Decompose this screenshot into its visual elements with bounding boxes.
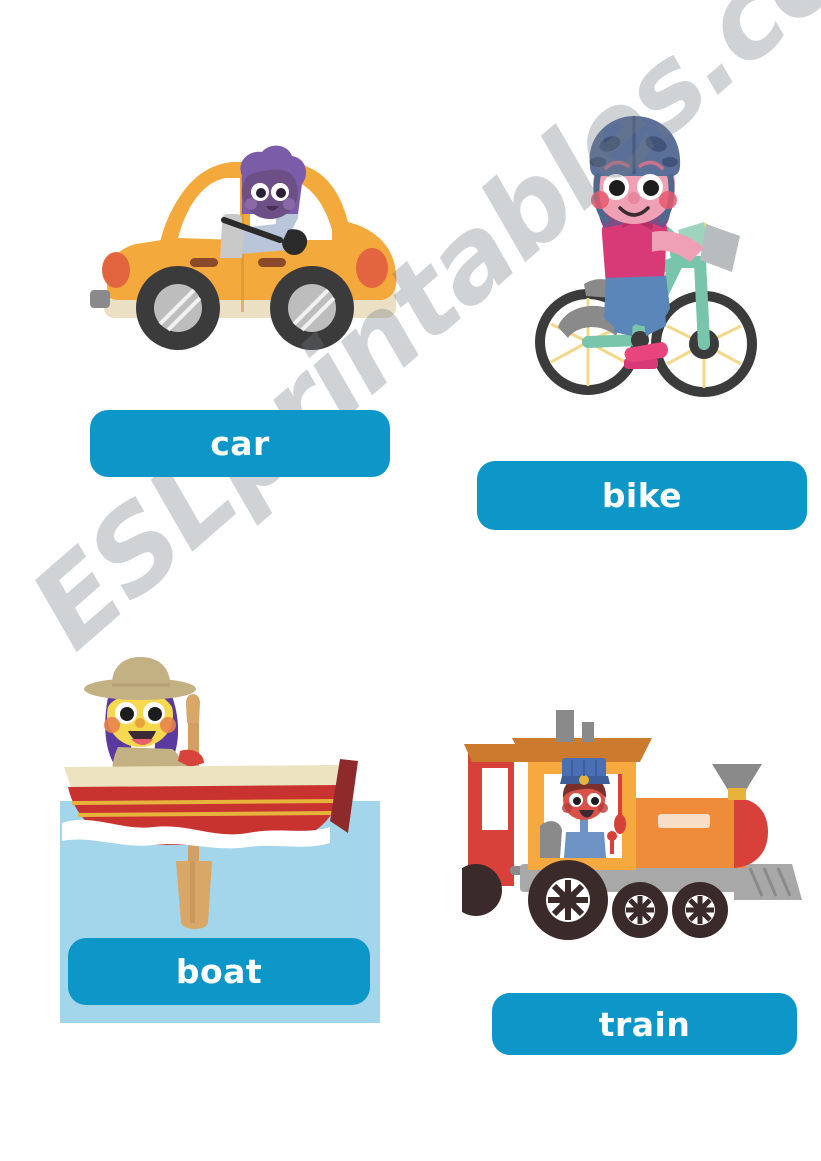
car-side-mirror (90, 290, 110, 308)
train-cowcatcher (734, 864, 802, 900)
label-text-car: car (210, 424, 270, 463)
train-wheel-front (672, 882, 728, 938)
train-smokestack (556, 710, 574, 742)
conductor-cap (560, 758, 610, 785)
car-rear-light (102, 252, 130, 288)
train-funnel (712, 764, 762, 790)
label-pill-boat[interactable]: boat (68, 938, 370, 1005)
car-handle-rear (190, 258, 218, 267)
worksheet-page: ESLprintables.com car bike boat train (0, 0, 821, 1161)
bike-illustration (535, 116, 757, 397)
car-wheel-front (270, 266, 354, 350)
label-pill-train[interactable]: train (492, 993, 797, 1055)
train-wheel-mid (612, 882, 668, 938)
label-pill-car[interactable]: car (90, 410, 390, 477)
sun-hat (84, 657, 196, 700)
boat-hull (62, 759, 358, 849)
train-illustration (462, 710, 802, 940)
label-text-bike: bike (601, 476, 683, 515)
train-wheel-large (528, 860, 608, 940)
train-boiler-front (734, 798, 768, 868)
boat-illustration (62, 657, 358, 929)
label-text-train: train (598, 1004, 691, 1044)
train-boiler (630, 798, 746, 868)
label-text-boat: boat (175, 952, 263, 991)
car-illustration (90, 145, 397, 350)
boat-rower-character (84, 657, 204, 781)
car-wheel-rear (136, 266, 220, 350)
train-steam-pipe (582, 722, 594, 742)
conductor-seat (540, 821, 562, 858)
car-head-light (356, 248, 388, 288)
train-boiler-plate (658, 814, 710, 828)
car-handle-front (258, 258, 286, 267)
bike-fork (694, 256, 710, 350)
label-pill-bike[interactable]: bike (477, 461, 807, 530)
